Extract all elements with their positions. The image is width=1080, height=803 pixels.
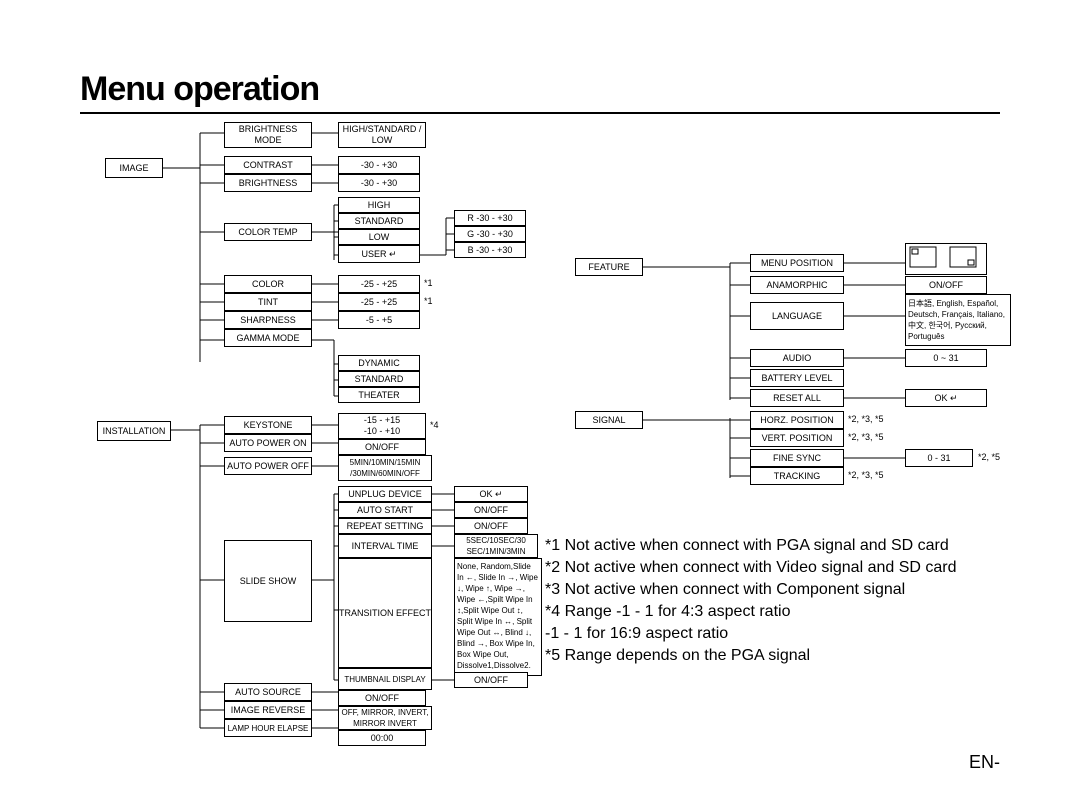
val-color: -25 - +25 <box>338 275 420 293</box>
root-installation: INSTALLATION <box>97 421 171 441</box>
val-gm-theater: THEATER <box>338 387 420 403</box>
val-contrast: -30 - +30 <box>338 156 420 174</box>
star-horz: *2, *3, *5 <box>848 414 884 425</box>
item-language: LANGUAGE <box>750 302 844 330</box>
val-keystone: -15 - +15 -10 - +10 <box>338 413 426 439</box>
val-tint: -25 - +25 <box>338 293 420 311</box>
star-1b: *1 <box>424 296 433 307</box>
item-tracking: TRACKING <box>750 467 844 485</box>
item-vert: VERT. POSITION <box>750 429 844 447</box>
val-auto-power-off: 5MIN/10MIN/15MIN /30MIN/60MIN/OFF <box>338 455 432 481</box>
val-rgb-g: G -30 - +30 <box>454 226 526 242</box>
item-anamorphic: ANAMORPHIC <box>750 276 844 294</box>
slide-transition: TRANSITION EFFECT <box>338 558 432 668</box>
val-transition: None, Random,Slide In ←, Slide In →, Wip… <box>454 558 542 676</box>
val-auto-power-on: ON/OFF <box>338 439 426 455</box>
val-fine: 0 - 31 <box>905 449 973 467</box>
val-menu-position <box>905 243 987 275</box>
val-image-reverse: OFF, MIRROR, INVERT, MIRROR INVERT <box>338 706 432 730</box>
item-keystone: KEYSTONE <box>224 416 312 434</box>
star-tracking: *2, *3, *5 <box>848 470 884 481</box>
val-brightness: -30 - +30 <box>338 174 420 192</box>
val-auto-source: ON/OFF <box>338 690 426 706</box>
val-brightness-mode: HIGH/STANDARD / LOW <box>338 122 426 148</box>
item-audio: AUDIO <box>750 349 844 367</box>
item-tint: TINT <box>224 293 312 311</box>
note-1: *1 Not active when connect with PGA sign… <box>545 535 957 557</box>
item-lamp-hour: LAMP HOUR ELAPSE <box>224 719 312 737</box>
val-audio: 0 ~ 31 <box>905 349 987 367</box>
item-brightness: BRIGHTNESS <box>224 174 312 192</box>
item-brightness-mode: BRIGHTNESS MODE <box>224 122 312 148</box>
val-repeat: ON/OFF <box>454 518 528 534</box>
val-autostart: ON/OFF <box>454 502 528 518</box>
val-ct-user: USER ↵ <box>338 245 420 263</box>
item-horz: HORZ. POSITION <box>750 411 844 429</box>
item-slide-show: SLIDE SHOW <box>224 540 312 622</box>
star-4: *4 <box>430 420 439 431</box>
slide-unplug: UNPLUG DEVICE <box>338 486 432 502</box>
item-menu-position: MENU POSITION <box>750 254 844 272</box>
note-5: -1 - 1 for 16:9 aspect ratio <box>545 623 957 645</box>
val-reset: OK ↵ <box>905 389 987 407</box>
slide-interval: INTERVAL TIME <box>338 534 432 558</box>
item-reset: RESET ALL <box>750 389 844 407</box>
item-sharpness: SHARPNESS <box>224 311 312 329</box>
val-rgb-r: R -30 - +30 <box>454 210 526 226</box>
slide-autostart: AUTO START <box>338 502 432 518</box>
item-fine: FINE SYNC <box>750 449 844 467</box>
val-gm-standard: STANDARD <box>338 371 420 387</box>
item-battery: BATTERY LEVEL <box>750 369 844 387</box>
val-gm-dynamic: DYNAMIC <box>338 355 420 371</box>
val-rgb-b: B -30 - +30 <box>454 242 526 258</box>
val-lamp-hour: 00:00 <box>338 730 426 746</box>
val-interval: 5SEC/10SEC/30 SEC/1MIN/3MIN <box>454 534 538 558</box>
item-image-reverse: IMAGE REVERSE <box>224 701 312 719</box>
item-color: COLOR <box>224 275 312 293</box>
item-color-temp: COLOR TEMP <box>224 223 312 241</box>
val-language: 日本語, English, Español, Deutsch, Français… <box>905 294 1011 346</box>
val-sharpness: -5 - +5 <box>338 311 420 329</box>
note-3: *3 Not active when connect with Componen… <box>545 579 957 601</box>
slide-thumb: THUMBNAIL DISPLAY <box>338 668 432 690</box>
star-vert: *2, *3, *5 <box>848 432 884 443</box>
root-image: IMAGE <box>105 158 163 178</box>
item-auto-source: AUTO SOURCE <box>224 683 312 701</box>
note-6: *5 Range depends on the PGA signal <box>545 645 957 667</box>
root-feature: FEATURE <box>575 258 643 276</box>
star-fine: *2, *5 <box>978 452 1000 463</box>
item-contrast: CONTRAST <box>224 156 312 174</box>
val-ct-low: LOW <box>338 229 420 245</box>
val-ct-high: HIGH <box>338 197 420 213</box>
val-anamorphic: ON/OFF <box>905 276 987 294</box>
slide-repeat: REPEAT SETTING <box>338 518 432 534</box>
item-auto-power-off: AUTO POWER OFF <box>224 457 312 475</box>
item-gamma-mode: GAMMA MODE <box>224 329 312 347</box>
footnotes: *1 Not active when connect with PGA sign… <box>545 535 957 667</box>
val-unplug: OK ↵ <box>454 486 528 502</box>
note-2: *2 Not active when connect with Video si… <box>545 557 957 579</box>
star-1a: *1 <box>424 278 433 289</box>
page-number: EN- <box>969 752 1000 773</box>
note-4: *4 Range -1 - 1 for 4:3 aspect ratio <box>545 601 957 623</box>
val-thumb: ON/OFF <box>454 672 528 688</box>
val-ct-standard: STANDARD <box>338 213 420 229</box>
item-auto-power-on: AUTO POWER ON <box>224 434 312 452</box>
root-signal: SIGNAL <box>575 411 643 429</box>
